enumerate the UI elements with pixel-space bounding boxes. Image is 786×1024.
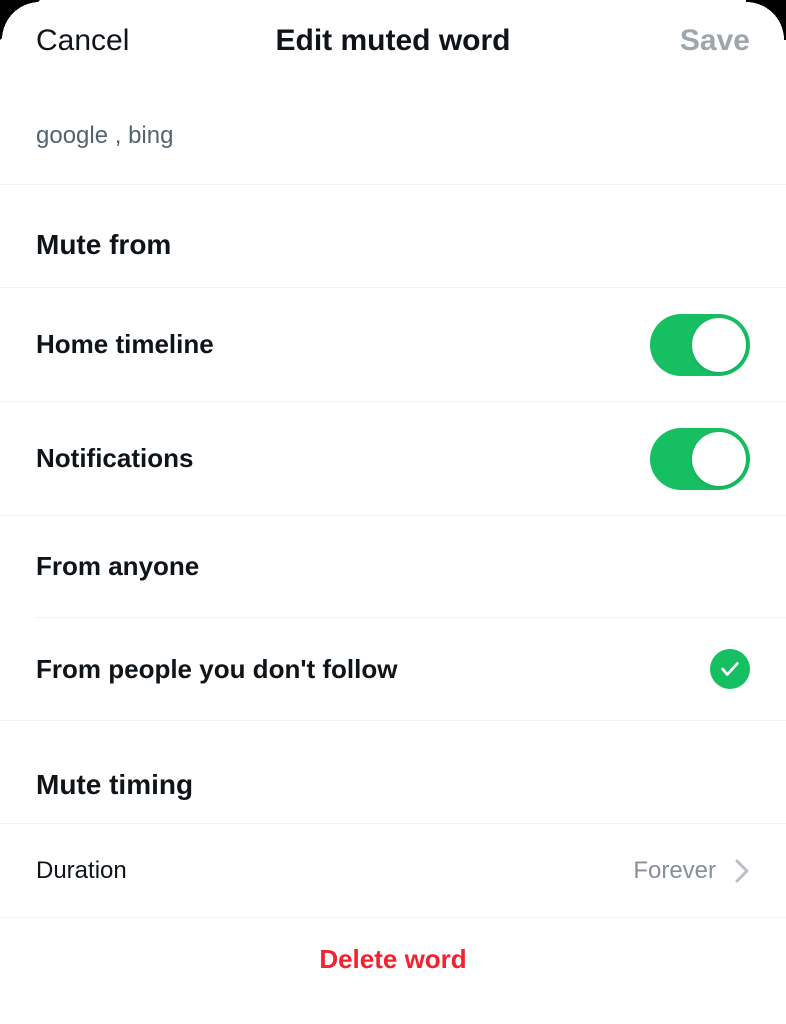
notifications-label: Notifications [36,443,193,474]
notifications-row[interactable]: Notifications [0,402,786,516]
mute-from-heading: Mute from [0,185,786,288]
mute-timing-heading: Mute timing [0,721,786,824]
delete-word-label: Delete word [319,944,466,975]
save-button[interactable]: Save [680,24,750,58]
from-not-following-label: From people you don't follow [36,654,398,685]
home-timeline-toggle[interactable] [650,314,750,376]
chevron-right-icon [734,857,750,885]
from-not-following-row[interactable]: From people you don't follow [36,618,786,720]
toggle-knob [692,318,746,372]
cancel-button[interactable]: Cancel [36,24,129,58]
delete-word-button[interactable]: Delete word [0,918,786,995]
notifications-toggle[interactable] [650,428,750,490]
toggle-knob [692,432,746,486]
from-anyone-row[interactable]: From anyone [36,516,786,618]
home-timeline-label: Home timeline [36,329,214,360]
modal-header: Cancel Edit muted word Save [0,0,786,82]
checkmark-icon [710,649,750,689]
from-anyone-label: From anyone [36,551,199,582]
home-timeline-row[interactable]: Home timeline [0,288,786,402]
page-title: Edit muted word [276,24,511,58]
muted-word-input[interactable]: google , bing [0,82,786,185]
duration-row[interactable]: Duration Forever [0,824,786,918]
duration-value: Forever [633,857,716,885]
duration-label: Duration [36,857,127,885]
